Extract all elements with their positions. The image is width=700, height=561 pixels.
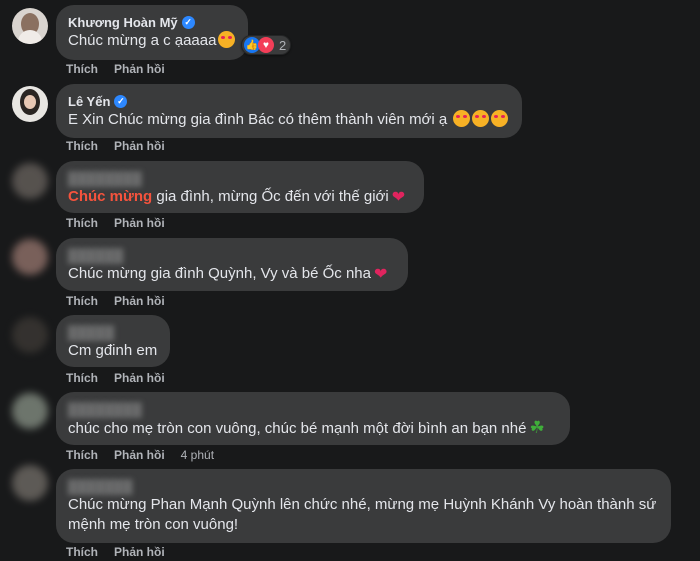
smiling-hearts-emoji-icon bbox=[218, 31, 236, 48]
comment-bubble: Lê Yến ✓ E Xin Chúc mừng gia đình Bác có … bbox=[56, 84, 522, 138]
comment-bubble: ████████ chúc cho mẹ tròn con vuông, chú… bbox=[56, 392, 570, 445]
like-button[interactable]: Thích bbox=[66, 216, 98, 230]
reply-button[interactable]: Phản hồi bbox=[114, 62, 165, 76]
comment-text: E Xin Chúc mừng gia đình Bác có thêm thà… bbox=[68, 111, 448, 128]
reaction-count: 2 bbox=[279, 37, 287, 53]
comment-bubble: ███████ Chúc mừng Phan Mạnh Quỳnh lên ch… bbox=[56, 469, 671, 543]
avatar[interactable] bbox=[12, 465, 48, 501]
smiling-hearts-emoji-icon bbox=[453, 110, 471, 127]
reply-button[interactable]: Phản hồi bbox=[114, 545, 165, 559]
avatar[interactable] bbox=[12, 393, 48, 429]
avatar[interactable] bbox=[12, 8, 48, 44]
reply-button[interactable]: Phản hồi bbox=[114, 139, 165, 153]
comment-bubble: ████████ Chúc mừng gia đình, mừng Ốc đến… bbox=[56, 161, 424, 213]
smiling-hearts-emoji-icon bbox=[491, 110, 509, 127]
comment-bubble: ██████ Chúc mừng gia đình Quỳnh, Vy và b… bbox=[56, 238, 408, 291]
like-button[interactable]: Thích bbox=[66, 545, 98, 559]
reply-button[interactable]: Phản hồi bbox=[114, 448, 165, 462]
comment-bubble: █████ Cm gđinh em bbox=[56, 315, 170, 367]
comment-text: gia đình, mừng Ốc đến với thế giới bbox=[152, 188, 389, 205]
like-button[interactable]: Thích bbox=[66, 448, 98, 462]
commenter-name[interactable]: ███████ bbox=[68, 477, 659, 495]
comment-text: Chúc mừng gia đình Quỳnh, Vy và bé Ốc nh… bbox=[68, 265, 371, 282]
smiling-hearts-emoji-icon bbox=[472, 110, 490, 127]
comment-text: Cm gđinh em bbox=[68, 342, 158, 359]
commenter-name[interactable]: Khương Hoàn Mỹ ✓ bbox=[68, 13, 236, 31]
avatar[interactable] bbox=[12, 86, 48, 122]
reaction-summary[interactable]: 👍 ♥ 2 bbox=[241, 35, 292, 55]
like-button[interactable]: Thích bbox=[66, 139, 98, 153]
commenter-name[interactable]: ████████ bbox=[68, 169, 412, 187]
commenter-name[interactable]: ████████ bbox=[68, 400, 558, 418]
clover-icon: ☘ bbox=[529, 418, 545, 437]
avatar[interactable] bbox=[12, 239, 48, 275]
heart-icon: ❤ bbox=[374, 266, 388, 283]
verified-badge-icon: ✓ bbox=[181, 15, 195, 29]
commenter-name[interactable]: ██████ bbox=[68, 246, 396, 264]
commenter-name[interactable]: Lê Yến ✓ bbox=[68, 92, 510, 110]
reply-button[interactable]: Phản hồi bbox=[114, 294, 165, 308]
comment-bubble: Khương Hoàn Mỹ ✓ Chúc mừng a c ạaaaa bbox=[56, 5, 248, 60]
highlighted-text: Chúc mừng bbox=[68, 188, 153, 205]
comment-text: Chúc mừng Phan Mạnh Quỳnh lên chức nhé, … bbox=[68, 496, 657, 533]
comment-text: chúc cho mẹ tròn con vuông, chúc bé mạnh… bbox=[68, 420, 527, 437]
reply-button[interactable]: Phản hồi bbox=[114, 371, 165, 385]
like-button[interactable]: Thích bbox=[66, 62, 98, 76]
heart-icon: ❤ bbox=[391, 189, 406, 206]
commenter-name[interactable]: █████ bbox=[68, 323, 158, 341]
comment-text: Chúc mừng a c ạaaaa bbox=[68, 32, 217, 49]
like-button[interactable]: Thích bbox=[66, 294, 98, 308]
love-reaction-icon: ♥ bbox=[258, 37, 274, 53]
avatar[interactable] bbox=[12, 163, 48, 199]
verified-badge-icon: ✓ bbox=[114, 94, 128, 108]
like-button[interactable]: Thích bbox=[66, 371, 98, 385]
avatar[interactable] bbox=[12, 317, 48, 353]
reply-button[interactable]: Phản hồi bbox=[114, 216, 165, 230]
comment-timestamp[interactable]: 4 phút bbox=[181, 448, 214, 462]
